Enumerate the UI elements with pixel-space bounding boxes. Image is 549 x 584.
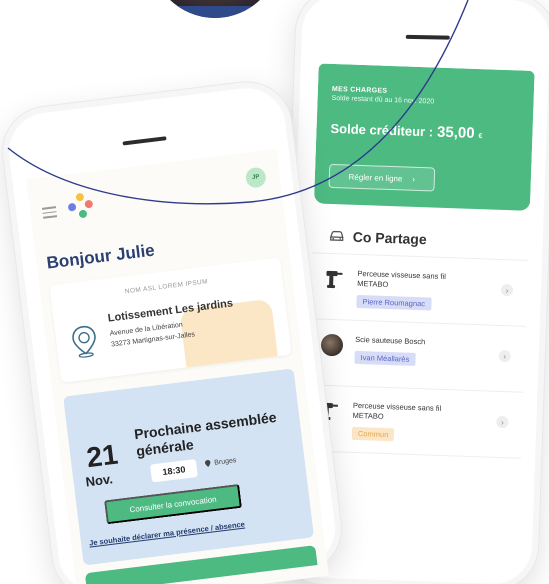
declare-presence-link[interactable]: Je souhaite déclarer ma présence / absen… — [89, 520, 246, 548]
pay-online-label: Régler en ligne — [348, 172, 403, 183]
left-phone-screen: JP Bonjour Julie NOM ASL LOREM IPSUM Lot… — [26, 148, 329, 584]
charges-card: MES CHARGES Solde restant dû au 16 nov. … — [313, 63, 535, 211]
assembly-month: Nov. — [84, 471, 114, 490]
item-name: Perceuse visseuse sans fil METABO — [352, 400, 442, 421]
list-item[interactable]: Perceuse visseuse sans fil METABO Commun… — [305, 385, 524, 459]
list-item[interactable]: Perceuse visseuse sans fil METABO Pierre… — [309, 253, 529, 327]
left-phone: JP Bonjour Julie NOM ASL LOREM IPSUM Lot… — [0, 76, 348, 584]
assembly-card: 21 Nov. Prochaine assemblée générale 18:… — [63, 368, 315, 566]
assembly-place: Bruges — [204, 456, 237, 468]
list-item[interactable]: Scie sauteuse Bosch Ivan Méallarès › — [307, 319, 526, 393]
assembly-day: 21 — [84, 438, 120, 474]
item-name: Perceuse visseuse sans fil METABO — [357, 268, 446, 289]
phone-speaker — [405, 34, 450, 40]
asl-label: NOM ASL LOREM IPSUM — [124, 278, 209, 296]
location-pin-icon — [72, 325, 96, 358]
balance-label: Solde créditeur : — [330, 120, 434, 140]
avatar[interactable]: JP — [244, 166, 267, 189]
owner-tag: Pierre Roumagnac — [356, 294, 432, 311]
phone-speaker — [122, 136, 167, 146]
balance-amount: 35,00 — [436, 123, 475, 142]
assembly-title: Prochaine assemblée générale — [133, 408, 278, 460]
assembly-time: 18:30 — [150, 459, 198, 483]
view-convocation-button[interactable]: Consulter la convocation — [104, 483, 242, 525]
menu-icon[interactable] — [41, 206, 58, 221]
balance: Solde créditeur : 35,00 € — [330, 120, 518, 144]
place-label: Bruges — [213, 456, 237, 467]
user-photo — [320, 333, 344, 357]
balance-currency: € — [478, 133, 483, 141]
greeting: Bonjour Julie — [45, 240, 156, 273]
owner-tag: Ivan Méallarès — [354, 350, 416, 366]
drill-icon — [326, 270, 343, 289]
copartage-title: Co Partage — [352, 228, 427, 247]
chevron-right-icon: › — [412, 174, 416, 184]
right-phone-screen: MES CHARGES Solde restant dû au 16 nov. … — [302, 63, 535, 531]
chevron-right-icon[interactable]: › — [500, 283, 514, 297]
copartage-section: Co Partage Perceuse visseuse sans fil ME… — [305, 217, 530, 459]
location-icon — [205, 460, 211, 468]
car-icon — [330, 230, 344, 241]
lot-card[interactable]: NOM ASL LOREM IPSUM Lotissement Les jard… — [49, 257, 292, 383]
owner-tag: Commun — [351, 426, 395, 442]
profile-photo-fragment — [150, 0, 280, 18]
logo — [67, 192, 96, 221]
item-name: Scie sauteuse Bosch — [355, 334, 426, 347]
pay-online-button[interactable]: Régler en ligne › — [328, 163, 436, 192]
chevron-right-icon[interactable]: › — [498, 349, 511, 363]
chevron-right-icon[interactable]: › — [496, 415, 509, 429]
